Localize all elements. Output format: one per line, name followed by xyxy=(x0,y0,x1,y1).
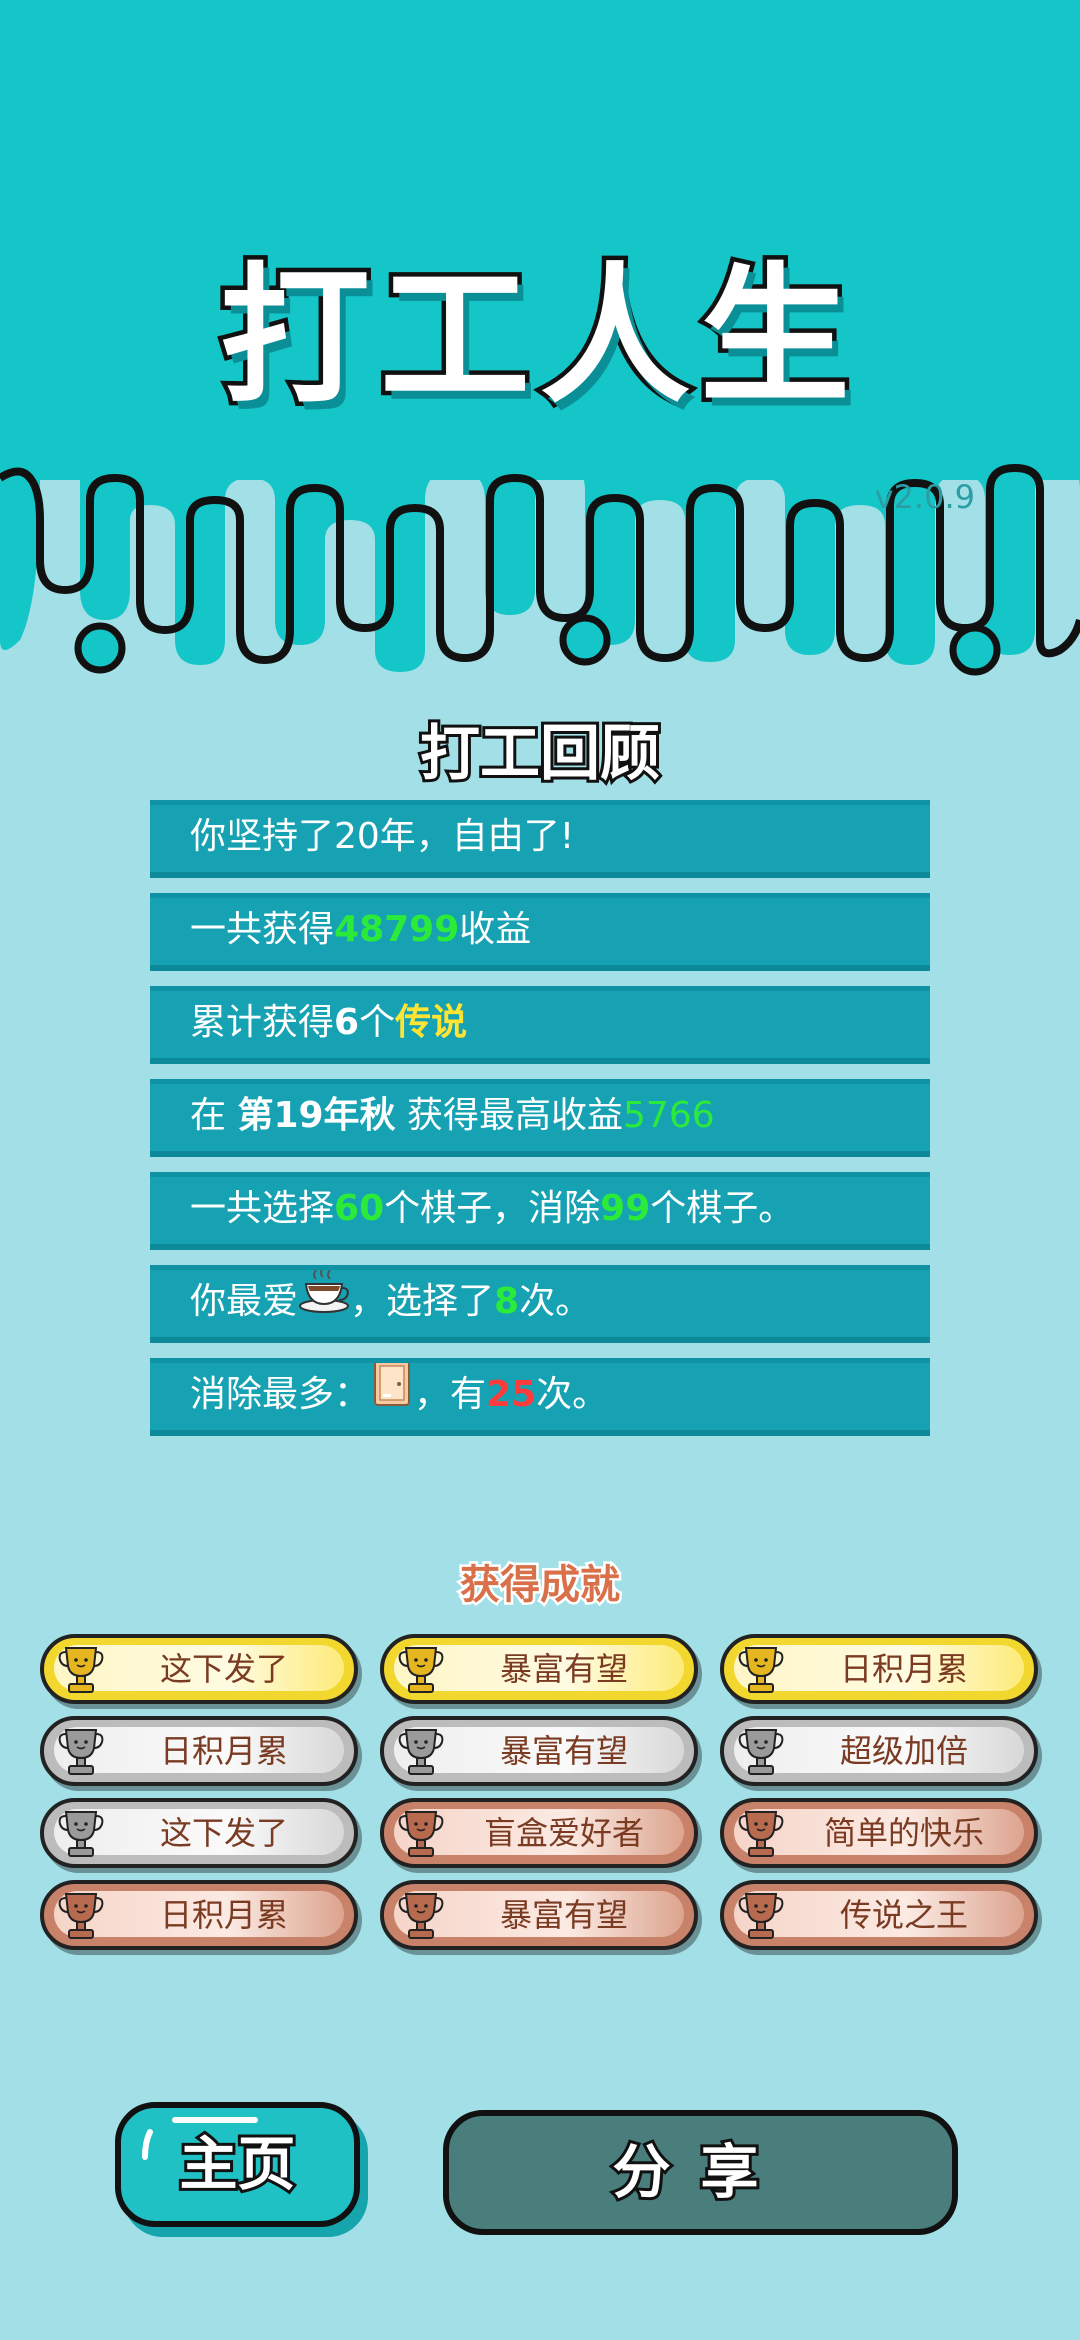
review-text: ，有 xyxy=(414,1374,487,1415)
legend-count: 6 xyxy=(334,1002,360,1043)
review-text: 你最爱 xyxy=(190,1281,299,1322)
trophy-icon xyxy=(738,1893,784,1939)
achievement-label: 盲盒爱好者 xyxy=(483,1814,644,1852)
version-label: v2.0.9 xyxy=(874,478,975,516)
eliminated-count: 99 xyxy=(600,1188,651,1229)
trophy-icon xyxy=(398,1811,444,1857)
achievement-badge: 这下发了 xyxy=(40,1798,358,1868)
trophy-icon xyxy=(58,1811,104,1857)
achievement-badge: 传说之王 xyxy=(720,1880,1038,1950)
achievement-label: 传说之王 xyxy=(839,1896,968,1934)
review-row-most-eliminated: 消除最多： ，有25次。 xyxy=(150,1358,930,1436)
share-button-label: 分享 xyxy=(609,2135,789,2209)
review-text: 次。 xyxy=(536,1374,609,1415)
trophy-icon xyxy=(58,1893,104,1939)
achievement-badge: 日积月累 xyxy=(40,1880,358,1950)
review-text: 你坚持了20年，自由了! xyxy=(190,816,575,857)
total-income-value: 48799 xyxy=(334,909,460,950)
review-row-favorite: 你最爱 ，选择了8次。 xyxy=(150,1265,930,1343)
favorite-count: 8 xyxy=(494,1281,520,1322)
review-row-income: 一共获得48799收益 xyxy=(150,893,930,971)
share-button[interactable]: 分享 xyxy=(443,2110,958,2235)
door-icon xyxy=(370,1358,414,1434)
achievement-badge: 简单的快乐 xyxy=(720,1798,1038,1868)
achievements-title: 获得成就 xyxy=(458,1560,623,1611)
selected-count: 60 xyxy=(334,1188,385,1229)
review-row-years: 你坚持了20年，自由了! xyxy=(150,800,930,878)
review-text: 一共选择 xyxy=(190,1188,335,1229)
achievement-badge: 超级加倍 xyxy=(720,1716,1038,1786)
achievement-label: 暴富有望 xyxy=(499,1732,628,1770)
home-button-label: 主页 xyxy=(176,2127,298,2201)
achievement-label: 这下发了 xyxy=(159,1650,288,1688)
trophy-icon xyxy=(738,1811,784,1857)
achievement-badge: 暴富有望 xyxy=(380,1634,698,1704)
trophy-icon xyxy=(738,1729,784,1775)
legend-label: 传说 xyxy=(395,1002,468,1043)
home-button[interactable]: 主页 xyxy=(115,2102,360,2227)
review-text: 累计获得 xyxy=(190,1002,335,1043)
review-title: 打工回顾 xyxy=(417,716,663,792)
achievement-badge: 盲盒爱好者 xyxy=(380,1798,698,1868)
trophy-icon xyxy=(58,1729,104,1775)
achievement-label: 暴富有望 xyxy=(499,1896,628,1934)
trophy-icon xyxy=(398,1647,444,1693)
achievement-badge: 日积月累 xyxy=(40,1716,358,1786)
trophy-icon xyxy=(398,1893,444,1939)
achievement-label: 简单的快乐 xyxy=(823,1814,984,1852)
review-text: 个棋子，消除 xyxy=(384,1188,601,1229)
review-text: 次。 xyxy=(519,1281,592,1322)
review-row-pieces: 一共选择60个棋子，消除99个棋子。 xyxy=(150,1172,930,1250)
achievement-label: 超级加倍 xyxy=(839,1732,968,1770)
review-text: 在 xyxy=(190,1095,238,1136)
achievement-badge: 暴富有望 xyxy=(380,1880,698,1950)
review-text: 消除最多： xyxy=(190,1374,371,1415)
review-text: 收益 xyxy=(459,909,532,950)
trophy-icon xyxy=(738,1647,784,1693)
achievement-label: 暴富有望 xyxy=(499,1650,628,1688)
achievement-label: 日积月累 xyxy=(839,1650,968,1688)
review-text: 获得最高收益 xyxy=(395,1095,624,1136)
achievement-label: 日积月累 xyxy=(159,1732,288,1770)
review-row-legend: 累计获得6个传说 xyxy=(150,986,930,1064)
achievement-badge: 暴富有望 xyxy=(380,1716,698,1786)
review-text: ，选择了 xyxy=(350,1281,495,1322)
best-season: 第19年秋 xyxy=(237,1095,396,1136)
achievement-badge: 日积月累 xyxy=(720,1634,1038,1704)
achievement-label: 日积月累 xyxy=(159,1896,288,1934)
coffee-cup-icon xyxy=(298,1266,350,1340)
review-text: 个 xyxy=(359,1002,396,1043)
app-title: 打工人生 xyxy=(215,246,860,429)
trophy-icon xyxy=(398,1729,444,1775)
best-income-value: 5766 xyxy=(623,1095,715,1136)
achievement-badge: 这下发了 xyxy=(40,1634,358,1704)
review-text: 个棋子。 xyxy=(650,1188,795,1229)
review-text: 一共获得 xyxy=(190,909,335,950)
review-row-best-season: 在 第19年秋 获得最高收益5766 xyxy=(150,1079,930,1157)
eliminated-most-count: 25 xyxy=(486,1374,537,1415)
achievement-label: 这下发了 xyxy=(159,1814,288,1852)
trophy-icon xyxy=(58,1647,104,1693)
